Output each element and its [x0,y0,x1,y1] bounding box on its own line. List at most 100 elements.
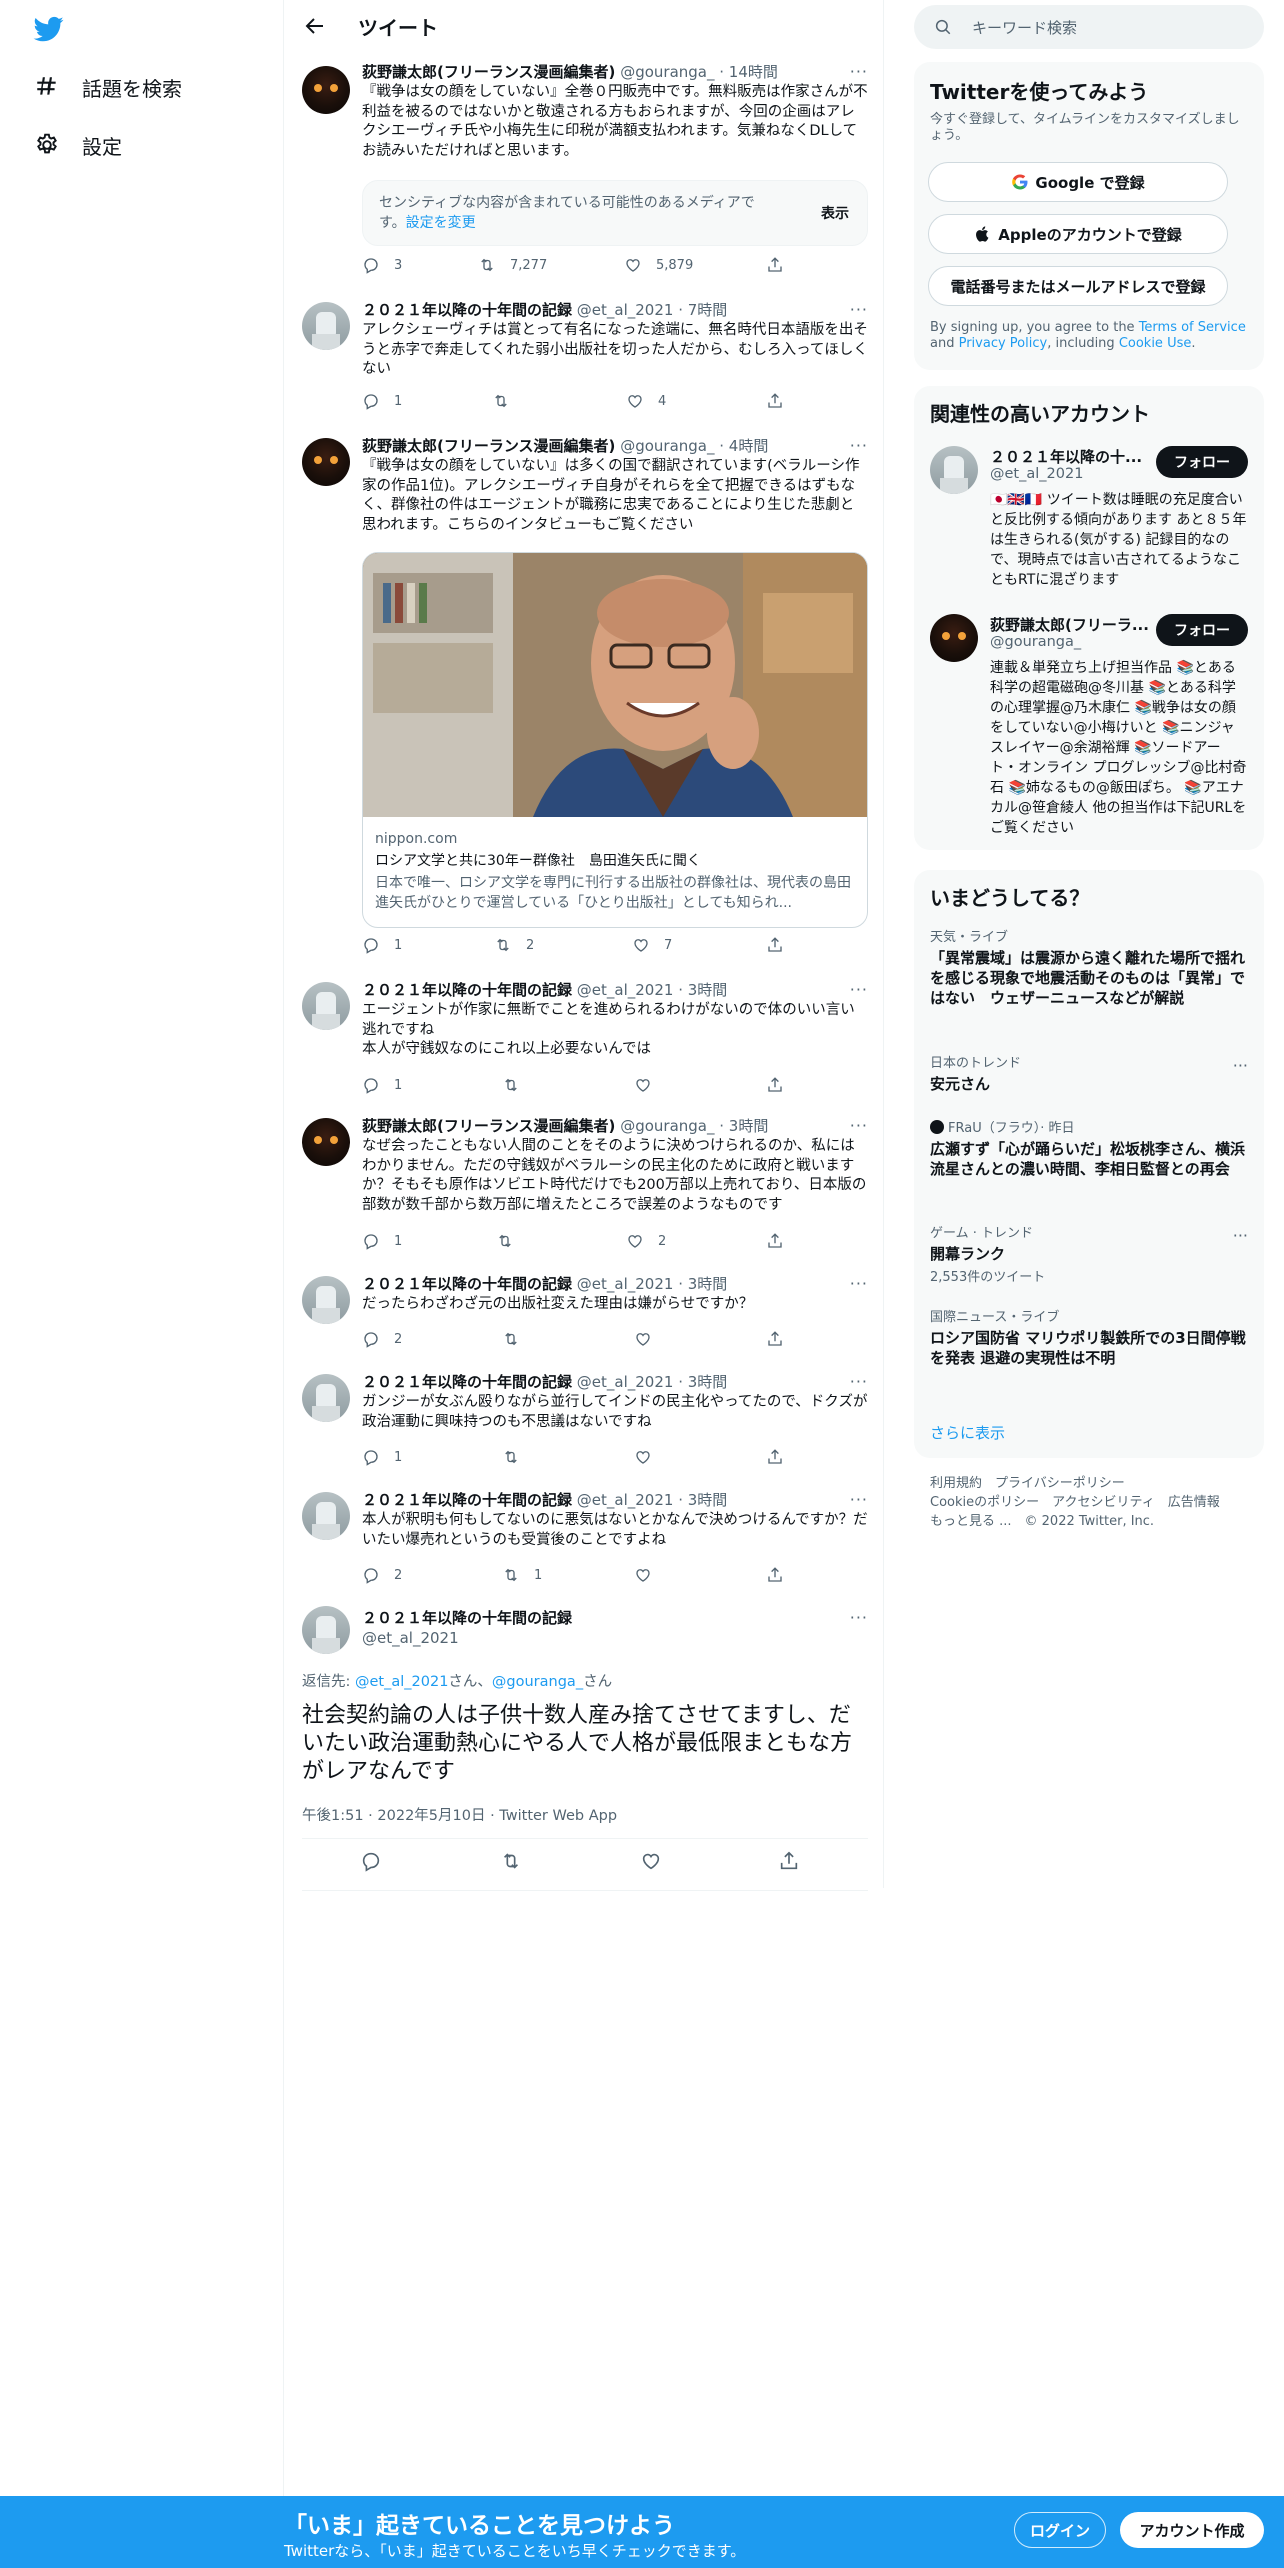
show-more-link[interactable]: さらに表示 [930,1422,1005,1443]
tweet[interactable]: ２０２１年以降の十年間の記録 @et_al_2021 · 3時間 ··· エージ… [286,980,884,1100]
tweet-author-name[interactable]: 荻野謙太郎(フリーランス漫画編集者) [362,437,615,455]
twitter-logo-icon[interactable] [32,14,66,44]
more-icon[interactable]: ··· [850,1608,868,1627]
more-icon[interactable]: ··· [850,1372,868,1391]
tweet[interactable]: ２０２１年以降の十年間の記録 @et_al_2021 · 7時間 ··· アレク… [286,300,884,420]
avatar[interactable] [302,66,350,114]
like-button[interactable] [640,1850,676,1872]
retweet-button[interactable]: 7,277 [478,256,547,274]
cookie-link[interactable]: Cookie Use [1119,336,1192,351]
share-button[interactable] [766,1448,798,1466]
search-input[interactable]: キーワード検索 [914,5,1264,49]
share-button[interactable] [778,1850,814,1872]
account-item[interactable]: ２０２１年以降の十... @et_al_2021 フォロー 🇯🇵🇬🇧🇫🇷 ツイー… [930,446,1248,606]
reply-button[interactable]: 1 [362,392,402,410]
footer-line[interactable]: Cookieのポリシー アクセシビリティ 広告情報 [930,1493,1250,1512]
avatar[interactable] [302,1118,350,1166]
mention-link[interactable]: @gouranga_ [492,1674,583,1690]
retweet-button[interactable] [502,1330,534,1348]
retweet-button[interactable] [500,1850,536,1872]
retweet-button[interactable]: 1 [502,1566,542,1584]
avatar[interactable] [302,1374,350,1422]
like-button[interactable]: 5,879 [624,256,693,274]
avatar[interactable] [930,446,978,494]
more-icon[interactable]: ··· [1233,1056,1248,1075]
tweet[interactable]: 荻野謙太郎(フリーランス漫画編集者) @gouranga_ · 3時間 ··· … [286,1116,884,1256]
nav-explore[interactable]: 話題を検索 [34,67,182,107]
follow-button[interactable]: フォロー [1156,614,1248,646]
like-button[interactable]: 2 [626,1232,666,1250]
reply-button[interactable]: 1 [362,1232,402,1250]
reply-button[interactable]: 3 [362,256,402,274]
avatar[interactable] [302,1492,350,1540]
retweet-button[interactable] [502,1076,534,1094]
share-button[interactable] [766,1232,798,1250]
tweet-author-name[interactable]: ２０２１年以降の十年間の記録 [362,301,572,319]
signup-button[interactable]: アカウント作成 [1120,2512,1264,2548]
trend-item[interactable]: 日本のトレンド 安元さん ··· [930,1056,1248,1094]
link-card[interactable]: nippon.com ロシア文学と共に30年ー群像社 島田進矢氏に聞く 日本で唯… [362,552,868,928]
show-media-button[interactable]: 表示 [821,203,849,223]
share-button[interactable] [766,1330,798,1348]
like-button[interactable] [634,1566,666,1584]
avatar[interactable] [302,1276,350,1324]
retweet-button[interactable] [492,392,524,410]
tweet[interactable]: 荻野謙太郎(フリーランス漫画編集者) @gouranga_ · 4時間 ··· … [286,436,884,966]
reply-button[interactable]: 1 [362,1448,402,1466]
retweet-button[interactable] [502,1448,534,1466]
more-icon[interactable]: ··· [850,436,868,455]
share-button[interactable] [766,1566,798,1584]
change-settings-link[interactable]: 設定を変更 [406,215,476,231]
tweet-author-name[interactable]: ２０２１年以降の十年間の記録 [362,1373,572,1391]
focused-author-name[interactable]: ２０２１年以降の十年間の記録 [362,1608,868,1628]
more-icon[interactable]: ··· [850,1274,868,1293]
like-button[interactable] [634,1076,666,1094]
google-signup-button[interactable]: Google で登録 [928,162,1228,202]
like-button[interactable]: 7 [632,936,672,954]
tweet-author-name[interactable]: ２０２１年以降の十年間の記録 [362,1275,572,1293]
phone-email-signup-button[interactable]: 電話番号またはメールアドレスで登録 [928,266,1228,306]
trend-item[interactable]: FRaU（フラウ）· 昨日 広瀬すず「心が踊らいだ」松坂桃李さん、横浜流星さんと… [930,1120,1248,1179]
trend-item[interactable]: 国際ニュース・ライブ ロシア国防省 マリウポリ製鉄所での3日間停戦を発表 退避の… [930,1310,1248,1368]
more-icon[interactable]: ··· [850,62,868,81]
more-icon[interactable]: ··· [850,300,868,319]
tweet[interactable]: ２０２１年以降の十年間の記録 @et_al_2021 · 3時間 ··· 本人が… [286,1490,884,1590]
more-icon[interactable]: ··· [1233,1226,1248,1245]
retweet-button[interactable]: 2 [494,936,534,954]
account-item[interactable]: 荻野謙太郎(フリーラ... @gouranga_ フォロー 連載＆単発立ち上げ担… [930,614,1248,844]
footer-line[interactable]: もっと見る ... © 2022 Twitter, Inc. [930,1512,1250,1531]
tweet[interactable]: ２０２１年以降の十年間の記録 @et_al_2021 · 3時間 ··· だった… [286,1274,884,1354]
back-arrow-icon[interactable] [302,14,326,38]
more-icon[interactable]: ··· [850,1490,868,1509]
apple-signup-button[interactable]: Appleのアカウントで登録 [928,214,1228,254]
reply-button[interactable] [360,1850,396,1872]
share-button[interactable] [766,392,798,410]
avatar[interactable] [302,302,350,350]
reply-button[interactable]: 2 [362,1566,402,1584]
reply-button[interactable]: 1 [362,936,402,954]
retweet-button[interactable] [496,1232,528,1250]
follow-button[interactable]: フォロー [1156,446,1248,478]
more-icon[interactable]: ··· [850,980,868,999]
avatar[interactable] [302,438,350,486]
share-button[interactable] [766,1076,798,1094]
tweet[interactable]: ２０２１年以降の十年間の記録 @et_al_2021 · 3時間 ··· ガンジ… [286,1372,884,1472]
reply-button[interactable]: 1 [362,1076,402,1094]
trend-item[interactable]: ゲーム · トレンド 開幕ランク 2,553件のツイート ··· [930,1226,1248,1285]
trend-item[interactable]: 天気・ライブ 「異常震域」は震源から遠く離れた場所で揺れを感じる現象で地震活動そ… [930,930,1248,1008]
reply-button[interactable]: 2 [362,1330,402,1348]
avatar[interactable] [930,614,978,662]
nav-settings[interactable]: 設定 [34,125,122,165]
privacy-link[interactable]: Privacy Policy [959,336,1048,351]
like-button[interactable] [634,1330,666,1348]
share-button[interactable] [766,256,798,274]
avatar[interactable] [302,982,350,1030]
terms-link[interactable]: Terms of Service [1139,320,1246,335]
share-button[interactable] [766,936,798,954]
login-button[interactable]: ログイン [1014,2512,1106,2548]
avatar[interactable] [302,1606,350,1654]
mention-link[interactable]: @et_al_2021 [355,1674,448,1690]
tweet-author-name[interactable]: ２０２１年以降の十年間の記録 [362,1491,572,1509]
like-button[interactable] [634,1448,666,1466]
more-icon[interactable]: ··· [850,1116,868,1135]
